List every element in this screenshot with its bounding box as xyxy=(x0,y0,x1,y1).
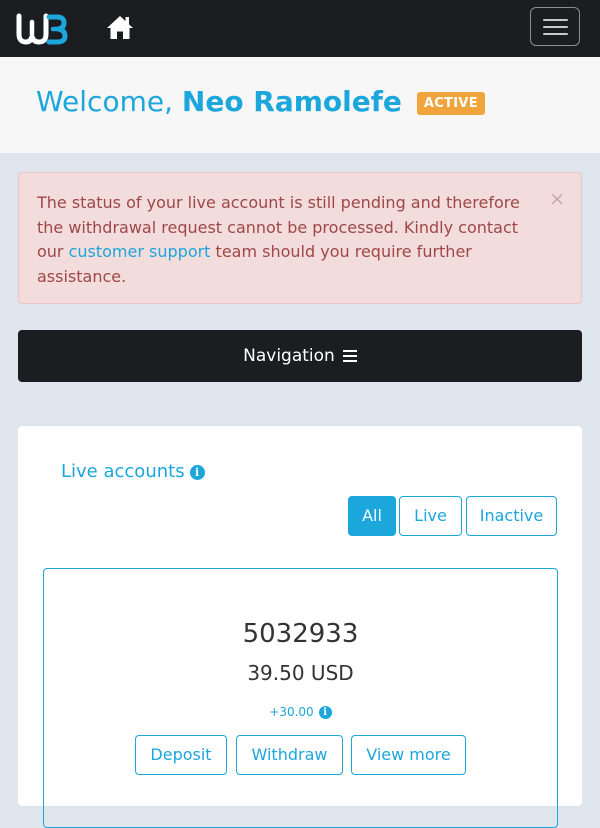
live-accounts-card: Live accounts i All Live Inactive 5032933… xyxy=(18,426,582,828)
live-accounts-title: Live accounts i xyxy=(61,461,205,482)
hamburger-menu-icon xyxy=(543,19,568,21)
live-accounts-title-text: Live accounts xyxy=(61,461,185,482)
withdraw-button[interactable]: Withdraw xyxy=(236,735,343,775)
account-change-value: +30.00 xyxy=(269,705,314,719)
user-name: Neo Ramolefe xyxy=(181,85,402,118)
deposit-button[interactable]: Deposit xyxy=(135,735,227,775)
info-icon[interactable]: i xyxy=(318,706,332,719)
menu-toggle-button[interactable] xyxy=(530,7,580,46)
account-balance: 39.50 USD xyxy=(247,661,354,685)
close-icon[interactable]: × xyxy=(549,189,565,209)
view-more-button[interactable]: View more xyxy=(351,735,466,775)
home-icon[interactable] xyxy=(106,14,134,40)
account-number: 5032933 xyxy=(242,619,359,649)
filter-inactive-button[interactable]: Inactive xyxy=(466,496,557,536)
filter-live-button[interactable]: Live xyxy=(399,496,462,536)
hamburger-icon xyxy=(342,350,357,362)
brand-logo[interactable] xyxy=(16,12,68,46)
filter-all-button[interactable]: All xyxy=(348,496,396,536)
welcome-greeting: Welcome, xyxy=(36,85,173,118)
navigation-label: Navigation xyxy=(243,346,335,366)
status-badge: ACTIVE xyxy=(416,92,485,115)
customer-support-link[interactable]: customer support xyxy=(69,242,211,261)
account-change: +30.00 i xyxy=(44,705,557,719)
info-icon[interactable]: i xyxy=(189,465,205,480)
top-bar xyxy=(0,0,600,57)
pending-status-alert: The status of your live account is still… xyxy=(18,172,582,304)
welcome-section: Welcome, Neo Ramolefe ACTIVE xyxy=(0,57,600,153)
navigation-button[interactable]: Navigation xyxy=(18,330,582,382)
welcome-heading: Welcome, Neo Ramolefe ACTIVE xyxy=(36,85,485,118)
account-tile: 5032933 39.50 USD +30.00 i Deposit Withdr… xyxy=(43,568,558,828)
